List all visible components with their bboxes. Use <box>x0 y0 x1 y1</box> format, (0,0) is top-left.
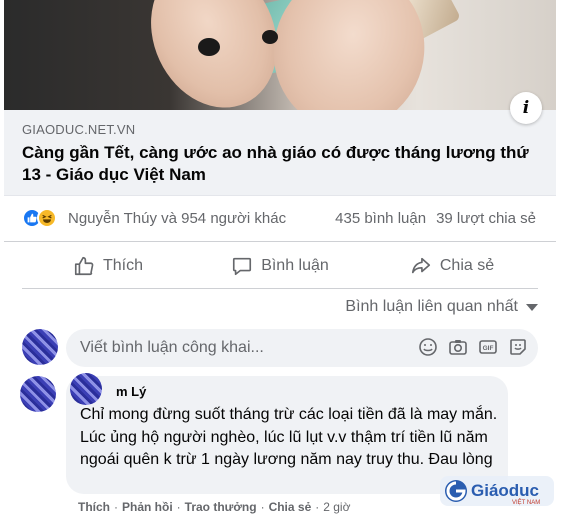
comment-share-link[interactable]: Chia sẻ <box>269 500 312 514</box>
facebook-post: i GIAODUC.NET.VN Càng gần Tết, càng ước … <box>4 0 556 515</box>
comment-reward-link[interactable]: Trao thưởng <box>185 500 257 514</box>
hand-shape <box>255 0 443 110</box>
giaoduc-logo: Giáoduc VIỆT NAM <box>440 474 556 508</box>
share-icon <box>411 257 430 273</box>
caret-down-icon <box>526 303 538 311</box>
comment-button[interactable]: Bình luận <box>194 243 366 288</box>
info-label: i <box>522 98 530 118</box>
sort-label: Bình luận liên quan nhất <box>345 298 518 315</box>
thumbs-up-icon <box>74 256 94 275</box>
comment-reply-link[interactable]: Phản hồi <box>122 500 173 514</box>
reaction-icons[interactable] <box>22 208 60 228</box>
like-button[interactable]: Thích <box>22 243 194 288</box>
watermark-text: Giáoduc <box>471 481 539 500</box>
reactions-bar: Nguyễn Thúy và 954 người khác 435 bình l… <box>4 196 556 242</box>
fingernail-shape <box>262 30 278 44</box>
comment-text: Chỉ mong đừng suốt tháng trừ các loại ti… <box>80 406 498 468</box>
fingernail-shape <box>198 38 220 56</box>
like-label: Thích <box>102 256 143 274</box>
comment-label: Bình luận <box>261 256 329 274</box>
post-stats: 435 bình luận 39 lượt chia sẻ <box>335 210 536 227</box>
comment-time[interactable]: 2 giờ <box>323 500 350 514</box>
link-domain: GIAODUC.NET.VN <box>22 122 136 137</box>
action-bar: Thích Bình luận Chia sẻ <box>22 243 538 289</box>
comment-sort-dropdown[interactable]: Bình luận liên quan nhất <box>345 298 538 316</box>
comment-actions: Thích · Phản hồi · Trao thưởng · Chia sẻ · 2 giờ <box>78 500 351 514</box>
link-preview[interactable]: GIAODUC.NET.VN Càng gần Tết, càng ước ao… <box>4 110 556 196</box>
share-count[interactable]: 39 lượt chia sẻ <box>436 210 536 227</box>
avatar-overlay <box>70 373 102 405</box>
sticker-icon[interactable] <box>508 337 528 357</box>
haha-icon <box>37 208 57 228</box>
svg-text:GIF: GIF <box>483 345 494 352</box>
comment-author[interactable]: m Lý <box>116 384 146 399</box>
comment-icon <box>233 257 252 275</box>
info-icon[interactable]: i <box>510 92 542 124</box>
gif-icon[interactable]: GIF <box>478 337 498 357</box>
share-label: Chia sẻ <box>439 256 495 274</box>
comment-like-link[interactable]: Thích <box>78 500 110 514</box>
watermark-sub: VIỆT NAM <box>512 498 540 506</box>
avatar[interactable] <box>20 376 56 412</box>
comment-input[interactable]: Viết bình luận công khai... <box>80 339 264 357</box>
camera-icon[interactable] <box>448 337 468 357</box>
link-preview-image[interactable] <box>4 0 556 110</box>
comment-composer[interactable]: Viết bình luận công khai... GIF <box>66 329 538 367</box>
avatar[interactable] <box>22 329 58 365</box>
reaction-names[interactable]: Nguyễn Thúy và 954 người khác <box>68 210 286 227</box>
share-button[interactable]: Chia sẻ <box>366 243 538 288</box>
comment-count[interactable]: 435 bình luận <box>335 210 426 227</box>
emoji-icon[interactable] <box>418 337 438 357</box>
composer-tools: GIF <box>418 337 528 357</box>
link-title[interactable]: Càng gần Tết, càng ước ao nhà giáo có đư… <box>22 142 532 186</box>
